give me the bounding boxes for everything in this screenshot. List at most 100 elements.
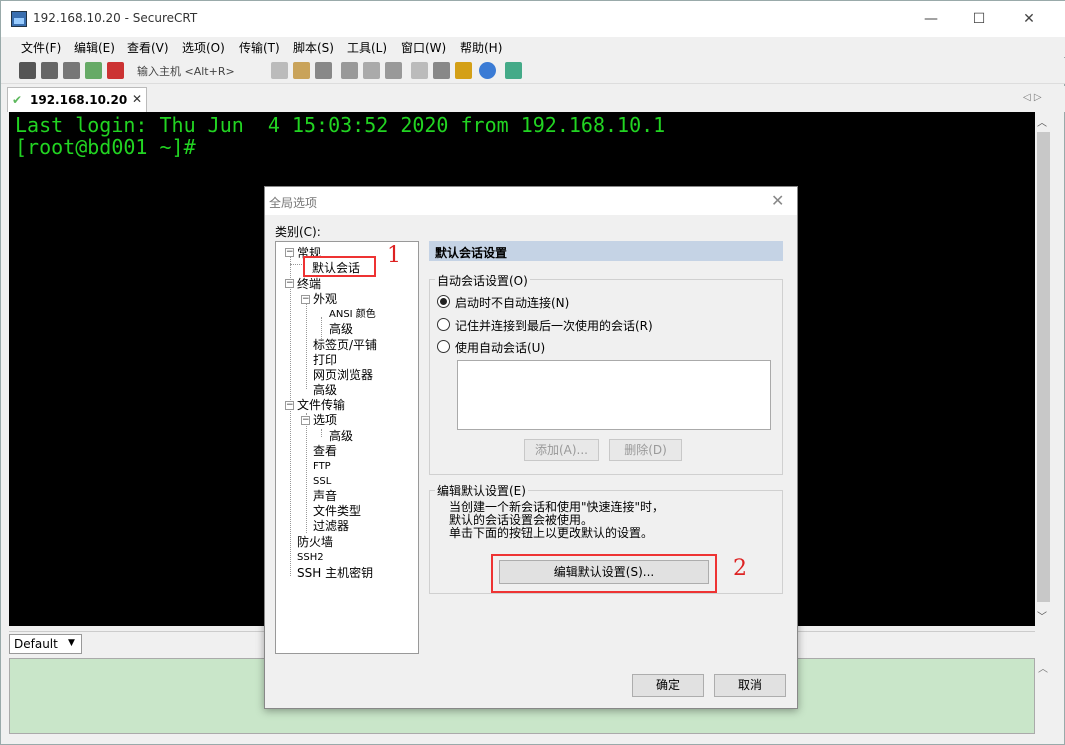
radio-label[interactable]: 记住并连接到最后一次使用的会话(R) <box>455 317 653 334</box>
tree-item-file-transfer[interactable]: 文件传输 <box>297 398 345 412</box>
dialog-title-bar: 全局选项 ✕ <box>265 187 797 215</box>
tab-scroll-arrows[interactable]: ◁ ▷ <box>1023 92 1042 103</box>
ok-button[interactable]: 确定 <box>632 674 704 697</box>
tree-item-view[interactable]: 查看 <box>313 444 337 458</box>
global-options-dialog: 全局选项 ✕ 类别(C): − 常规 默认会话 − 终端 − 外观 ANSI 颜… <box>264 186 798 709</box>
securecrt-app-icon <box>11 11 27 27</box>
auto-session-group-label: 自动会话设置(O) <box>435 272 530 289</box>
reconnect-icon[interactable] <box>85 62 102 79</box>
print-icon[interactable] <box>363 62 380 79</box>
global-options-icon[interactable] <box>433 62 450 79</box>
paste-icon[interactable] <box>293 62 310 79</box>
tree-item-file-types[interactable]: 文件类型 <box>313 504 361 518</box>
tree-item-firewall[interactable]: 防火墙 <box>297 535 333 549</box>
radio-label[interactable]: 使用自动会话(U) <box>455 339 545 356</box>
category-label: 类别(C): <box>275 225 321 239</box>
collapse-icon[interactable]: − <box>285 401 294 410</box>
dialog-close-icon[interactable]: ✕ <box>771 191 784 210</box>
disconnect-icon[interactable] <box>107 62 124 79</box>
connect-icon[interactable] <box>19 62 36 79</box>
cancel-button[interactable]: 取消 <box>714 674 786 697</box>
tree-item-ssh-hostkeys[interactable]: SSH 主机密钥 <box>297 566 373 580</box>
collapse-icon[interactable]: − <box>301 416 310 425</box>
menu-edit[interactable]: 编辑(E) <box>74 39 115 56</box>
tree-item-sound[interactable]: 声音 <box>313 489 337 503</box>
scroll-down-icon[interactable]: ﹀ <box>1037 608 1047 623</box>
close-button[interactable]: ✕ <box>1006 1 1052 37</box>
connect-tab-icon[interactable] <box>63 62 80 79</box>
tree-item-terminal[interactable]: 终端 <box>297 277 321 291</box>
tree-item-tabs[interactable]: 标签页/平铺 <box>313 338 377 352</box>
edit-default-group-label: 编辑默认设置(E) <box>435 482 528 499</box>
sftp-icon[interactable] <box>505 62 522 79</box>
menu-transfer[interactable]: 传输(T) <box>239 39 280 56</box>
session-selector[interactable]: Default ▼ <box>9 634 82 654</box>
menu-help[interactable]: 帮助(H) <box>460 39 502 56</box>
tree-item-browser[interactable]: 网页浏览器 <box>313 368 373 382</box>
dropdown-arrow-icon[interactable]: ▼ <box>68 638 75 648</box>
auto-session-list[interactable] <box>457 360 771 430</box>
session-options-icon[interactable] <box>411 62 428 79</box>
maximize-button[interactable]: ☐ <box>956 1 1002 37</box>
tab-bar: ✔ 192.168.10.20 ✕ ◁ ▷ <box>1 86 1065 112</box>
toolbar: 输入主机 <Alt+R> <box>1 58 1065 84</box>
tree-item-print[interactable]: 打印 <box>313 353 337 367</box>
connected-check-icon: ✔ <box>12 93 23 107</box>
annotation-box-1 <box>303 256 376 277</box>
radio-use-auto-session[interactable] <box>437 340 450 353</box>
menu-script[interactable]: 脚本(S) <box>293 39 334 56</box>
tree-item-ansi-color[interactable]: ANSI 颜色 <box>329 308 376 322</box>
terminal-line: [root@bd001 ~]# <box>15 135 196 159</box>
category-tree[interactable]: − 常规 默认会话 − 终端 − 外观 ANSI 颜色 高级 标签页/平铺 打印… <box>275 241 419 654</box>
find-icon[interactable] <box>315 62 332 79</box>
tree-item-appearance[interactable]: 外观 <box>313 292 337 306</box>
radio-reconnect-last[interactable] <box>437 318 450 331</box>
add-session-button[interactable]: 添加(A)... <box>524 439 599 461</box>
keymap-icon[interactable] <box>455 62 472 79</box>
menu-options[interactable]: 选项(O) <box>182 39 225 56</box>
delete-session-button[interactable]: 删除(D) <box>609 439 682 461</box>
quick-connect-field[interactable]: 输入主机 <Alt+R> <box>137 63 235 79</box>
menu-view[interactable]: 查看(V) <box>127 39 169 56</box>
annotation-box-2 <box>491 554 717 593</box>
annotation-number-2: 2 <box>733 556 747 581</box>
scroll-up-icon[interactable]: ︿ <box>1038 660 1048 675</box>
minimize-button[interactable]: — <box>908 1 954 37</box>
tree-item-ftp[interactable]: FTP <box>313 460 331 474</box>
tree-item-filters[interactable]: 过滤器 <box>313 519 349 533</box>
menu-tools[interactable]: 工具(L) <box>347 39 387 56</box>
printer-icon[interactable] <box>385 62 402 79</box>
tree-item-appearance-advanced[interactable]: 高级 <box>329 322 353 336</box>
terminal-scrollbar[interactable]: ︿ ﹀ <box>1035 112 1052 626</box>
title-bar: 192.168.10.20 - SecureCRT — ☐ ✕ <box>1 1 1065 37</box>
collapse-icon[interactable]: − <box>301 295 310 304</box>
collapse-icon[interactable]: − <box>285 279 294 288</box>
securecrt-window: 192.168.10.20 - SecureCRT — ☐ ✕ 文件(F) 编辑… <box>0 0 1065 745</box>
tree-item-options-advanced[interactable]: 高级 <box>329 429 353 443</box>
panel-title: 默认会话设置 <box>435 246 508 260</box>
menu-window[interactable]: 窗口(W) <box>401 39 446 56</box>
annotation-number-1: 1 <box>387 243 401 268</box>
collapse-icon[interactable]: − <box>285 248 294 257</box>
menu-file[interactable]: 文件(F) <box>21 39 61 56</box>
quick-connect-icon[interactable] <box>41 62 58 79</box>
tab-close-icon[interactable]: ✕ <box>132 92 142 106</box>
session-tab-label: 192.168.10.20 <box>30 93 128 107</box>
menu-bar: 文件(F) 编辑(E) 查看(V) 选项(O) 传输(T) 脚本(S) 工具(L… <box>1 37 1065 57</box>
help-icon[interactable] <box>479 62 496 79</box>
terminal-line: Last login: Thu Jun 4 15:03:52 2020 from… <box>15 113 666 137</box>
radio-label[interactable]: 启动时不自动连接(N) <box>455 294 569 311</box>
radio-no-auto-connect[interactable] <box>437 295 450 308</box>
tree-item-terminal-advanced[interactable]: 高级 <box>313 383 337 397</box>
window-title: 192.168.10.20 - SecureCRT <box>33 11 198 25</box>
command-window-scrollbar[interactable]: ︿ <box>1035 658 1052 734</box>
scroll-thumb[interactable] <box>1037 132 1050 602</box>
copy-icon[interactable] <box>271 62 288 79</box>
scroll-up-icon[interactable]: ︿ <box>1037 114 1047 129</box>
session-selector-value: Default <box>14 637 58 651</box>
session-tab[interactable]: ✔ 192.168.10.20 ✕ <box>7 87 147 112</box>
tree-item-ssl[interactable]: SSL <box>313 475 331 489</box>
tree-item-ssh2[interactable]: SSH2 <box>297 551 324 565</box>
tree-item-options[interactable]: 选项 <box>313 413 337 427</box>
print-setup-icon[interactable] <box>341 62 358 79</box>
